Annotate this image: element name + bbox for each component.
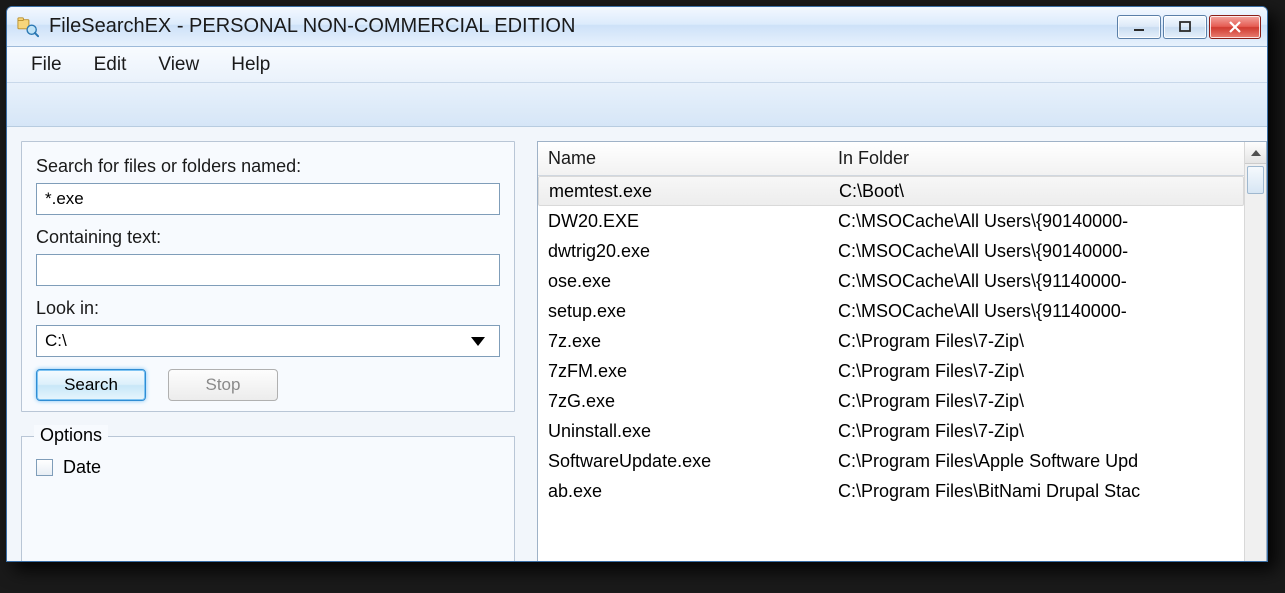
menubar: File Edit View Help: [7, 47, 1267, 83]
cell-name: setup.exe: [538, 301, 836, 322]
results-listview[interactable]: Name In Folder memtest.exeC:\Boot\DW20.E…: [537, 141, 1267, 561]
cell-name: Uninstall.exe: [538, 421, 836, 442]
look-in-value: C:\: [45, 331, 67, 351]
search-for-input[interactable]: [36, 183, 500, 215]
containing-text-input[interactable]: [36, 254, 500, 286]
search-button[interactable]: Search: [36, 369, 146, 401]
cell-folder: C:\Program Files\7-Zip\: [836, 331, 1244, 352]
minimize-button[interactable]: [1117, 15, 1161, 39]
options-group: Options Date: [21, 436, 515, 561]
cell-name: memtest.exe: [539, 181, 837, 202]
menu-view[interactable]: View: [146, 52, 211, 78]
search-params-box: Search for files or folders named: Conta…: [21, 141, 515, 412]
cell-name: dwtrig20.exe: [538, 241, 836, 262]
table-row[interactable]: ose.exeC:\MSOCache\All Users\{91140000-: [538, 266, 1244, 296]
table-row[interactable]: memtest.exeC:\Boot\: [538, 176, 1244, 206]
col-name[interactable]: Name: [538, 148, 836, 169]
table-row[interactable]: dwtrig20.exeC:\MSOCache\All Users\{90140…: [538, 236, 1244, 266]
close-button[interactable]: [1209, 15, 1261, 39]
cell-name: ose.exe: [538, 271, 836, 292]
menu-edit[interactable]: Edit: [82, 52, 139, 78]
cell-folder: C:\Program Files\Apple Software Upd: [836, 451, 1244, 472]
scroll-up-arrow[interactable]: [1245, 142, 1266, 164]
look-in-combo[interactable]: C:\: [36, 325, 500, 357]
cell-name: SoftwareUpdate.exe: [538, 451, 836, 472]
cell-folder: C:\Program Files\7-Zip\: [836, 361, 1244, 382]
table-row[interactable]: 7z.exeC:\Program Files\7-Zip\: [538, 326, 1244, 356]
results-panel: Name In Folder memtest.exeC:\Boot\DW20.E…: [529, 127, 1267, 561]
cell-folder: C:\Program Files\BitNami Drupal Stac: [836, 481, 1244, 502]
look-in-label: Look in:: [36, 298, 500, 319]
options-legend: Options: [34, 425, 108, 446]
cell-folder: C:\MSOCache\All Users\{90140000-: [836, 241, 1244, 262]
table-row[interactable]: SoftwareUpdate.exeC:\Program Files\Apple…: [538, 446, 1244, 476]
menu-help[interactable]: Help: [219, 52, 282, 78]
table-row[interactable]: ab.exeC:\Program Files\BitNami Drupal St…: [538, 476, 1244, 506]
chevron-down-icon: [471, 337, 485, 346]
vertical-scrollbar[interactable]: [1244, 142, 1266, 561]
cell-folder: C:\Boot\: [837, 181, 1243, 202]
app-window: FileSearchEX - PERSONAL NON-COMMERCIAL E…: [6, 6, 1268, 562]
app-icon: [17, 16, 39, 38]
search-panel: Search for files or folders named: Conta…: [7, 127, 529, 561]
table-row[interactable]: 7zG.exeC:\Program Files\7-Zip\: [538, 386, 1244, 416]
date-label: Date: [63, 457, 101, 478]
cell-folder: C:\Program Files\7-Zip\: [836, 391, 1244, 412]
table-row[interactable]: 7zFM.exeC:\Program Files\7-Zip\: [538, 356, 1244, 386]
cell-folder: C:\MSOCache\All Users\{90140000-: [836, 211, 1244, 232]
table-row[interactable]: Uninstall.exeC:\Program Files\7-Zip\: [538, 416, 1244, 446]
cell-name: ab.exe: [538, 481, 836, 502]
cell-folder: C:\MSOCache\All Users\{91140000-: [836, 271, 1244, 292]
cell-name: 7z.exe: [538, 331, 836, 352]
client-area: Search for files or folders named: Conta…: [7, 127, 1267, 561]
window-controls: [1117, 15, 1267, 39]
cell-name: DW20.EXE: [538, 211, 836, 232]
results-header[interactable]: Name In Folder: [538, 142, 1266, 176]
date-option-row[interactable]: Date: [36, 457, 500, 478]
cell-name: 7zG.exe: [538, 391, 836, 412]
stop-button[interactable]: Stop: [168, 369, 278, 401]
menu-file[interactable]: File: [19, 52, 74, 78]
window-title: FileSearchEX - PERSONAL NON-COMMERCIAL E…: [49, 15, 575, 38]
titlebar[interactable]: FileSearchEX - PERSONAL NON-COMMERCIAL E…: [7, 7, 1267, 47]
results-body: memtest.exeC:\Boot\DW20.EXEC:\MSOCache\A…: [538, 176, 1266, 561]
scroll-thumb[interactable]: [1247, 166, 1264, 194]
cell-folder: C:\MSOCache\All Users\{91140000-: [836, 301, 1244, 322]
table-row[interactable]: setup.exeC:\MSOCache\All Users\{91140000…: [538, 296, 1244, 326]
cell-name: 7zFM.exe: [538, 361, 836, 382]
containing-text-label: Containing text:: [36, 227, 500, 248]
cell-folder: C:\Program Files\7-Zip\: [836, 421, 1244, 442]
table-row[interactable]: DW20.EXEC:\MSOCache\All Users\{90140000-: [538, 206, 1244, 236]
toolbar-strip: [7, 83, 1267, 127]
search-for-label: Search for files or folders named:: [36, 156, 500, 177]
maximize-button[interactable]: [1163, 15, 1207, 39]
date-checkbox[interactable]: [36, 459, 53, 476]
col-folder[interactable]: In Folder: [836, 148, 1266, 169]
